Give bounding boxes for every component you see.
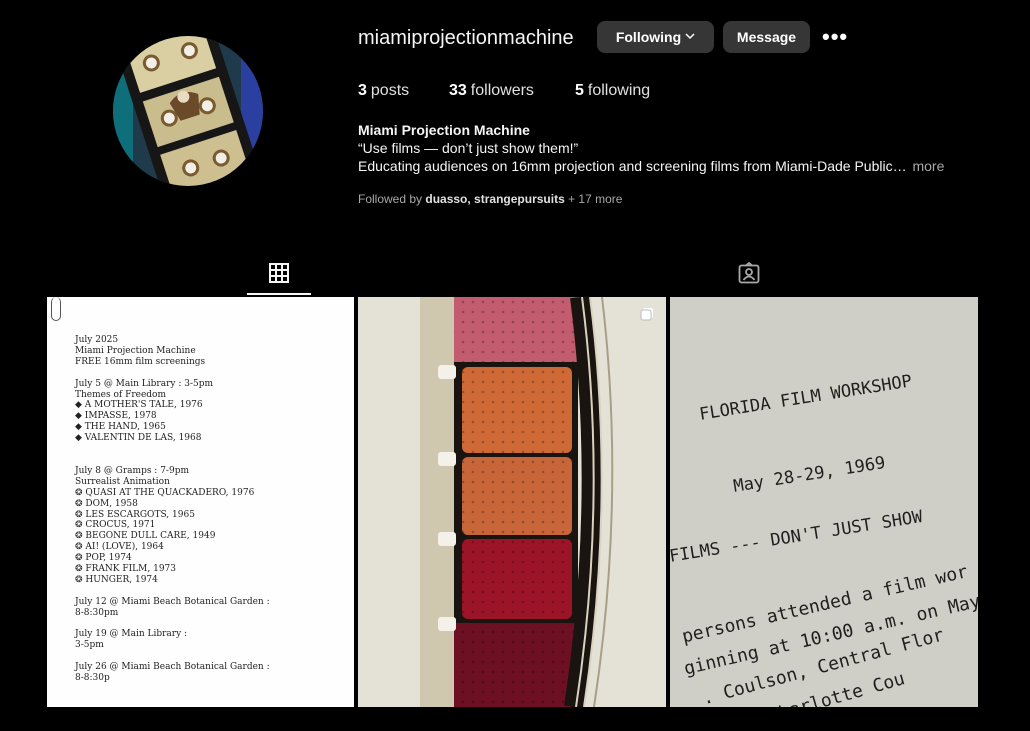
posts-stat: 3 posts [358,82,409,100]
doc-line-3: FILMS --- DON'T JUST SHOW [670,506,924,567]
carousel-icon [640,307,654,321]
posts-count: 3 [358,82,367,99]
following-button[interactable]: Following [597,21,714,53]
bio-text: Educating audiences on 16mm projection a… [358,158,944,174]
bio-description: Educating audiences on 16mm projection a… [358,158,907,174]
tagged-icon[interactable] [738,261,760,284]
following-stat[interactable]: 5 following [575,82,650,100]
following-count: 5 [575,82,584,99]
active-tab-indicator [247,293,311,295]
film-strip-image [358,297,666,707]
bio-quote: “Use films — don’t just show them!” [358,140,579,156]
flyer-text: July 2025 Miami Projection Machine FREE … [75,335,270,684]
followers-stat[interactable]: 33 followers [449,82,534,100]
following-stat-label: following [587,82,651,99]
followed-by-prefix: Followed by [358,192,423,206]
bio-more-link[interactable]: more [912,158,944,174]
profile-avatar[interactable] [113,36,263,186]
followed-by-users: duasso, strangepursuits [425,192,565,206]
following-label: Following [615,29,682,45]
posts-label: posts [370,82,410,99]
post-tile-1[interactable]: July 2025 Miami Projection Machine FREE … [47,297,354,707]
chevron-down-icon [685,31,695,44]
followers-count: 33 [449,82,467,99]
doc-line-1: FLORIDA FILM WORKSHOP [698,371,914,425]
bio-name: Miami Projection Machine [358,122,530,138]
followed-by-suffix: + 17 more [568,192,623,206]
message-label: Message [736,29,797,45]
post-tile-3[interactable]: FLORIDA FILM WORKSHOP May 28-29, 1969 FI… [670,297,978,707]
post-tile-2[interactable] [358,297,666,707]
more-options-icon[interactable]: ••• [822,24,848,50]
avatar-film-image [113,36,263,186]
grid-icon[interactable] [268,262,290,284]
profile-username: miamiprojectionmachine [358,27,574,49]
message-button[interactable]: Message [723,21,810,53]
doc-line-2: May 28-29, 1969 [732,452,887,497]
followed-by[interactable]: Followed by duasso, strangepursuits + 17… [358,192,622,206]
paperclip-icon [51,297,61,321]
followers-label: followers [470,82,534,99]
